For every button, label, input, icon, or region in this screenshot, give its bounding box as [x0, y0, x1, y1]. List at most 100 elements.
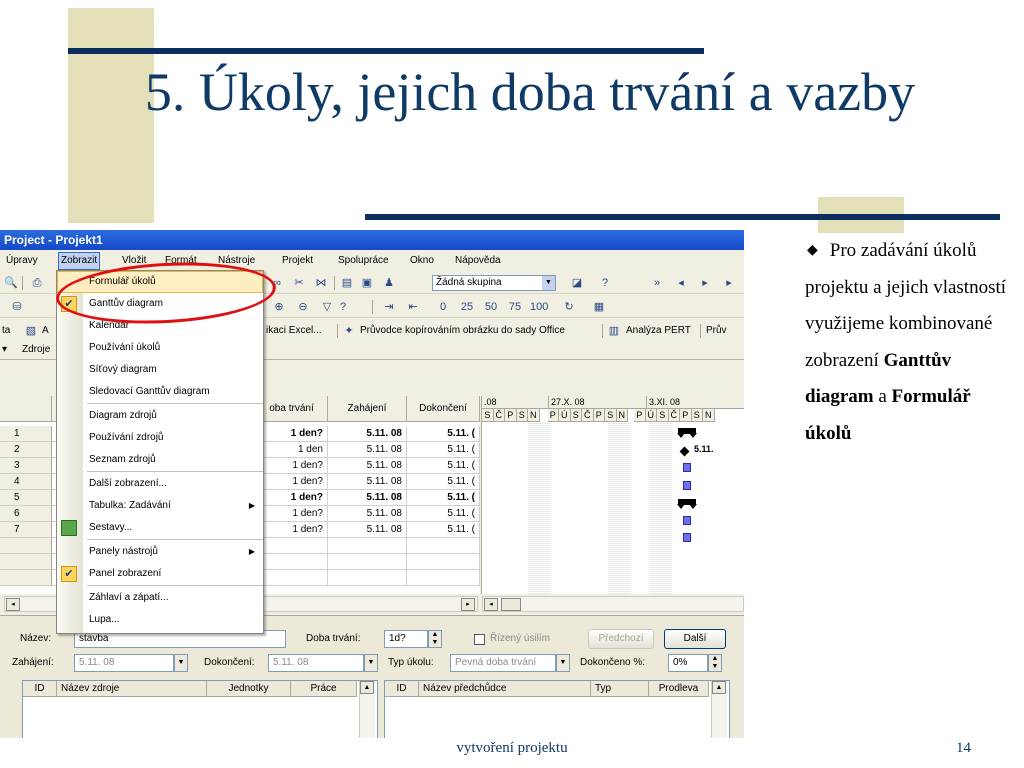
empty-cell[interactable]: [328, 538, 407, 554]
menu-spoluprace[interactable]: Spolupráce: [338, 252, 389, 270]
row-start[interactable]: 5.11. 08: [328, 426, 407, 442]
menu-projekt[interactable]: Projekt: [282, 252, 313, 270]
progress-25-icon[interactable]: 25: [458, 299, 476, 315]
menu-item[interactable]: Diagram zdrojů: [57, 405, 263, 427]
start-input[interactable]: 5.11. 08: [74, 654, 174, 672]
row-start[interactable]: 5.11. 08: [328, 490, 407, 506]
scroll-left-icon[interactable]: ◂: [484, 598, 498, 611]
database-icon[interactable]: ⛁: [8, 299, 26, 315]
row-duration[interactable]: 1 den: [256, 442, 328, 458]
progress-0-icon[interactable]: 0: [434, 299, 452, 315]
menu-item[interactable]: Záhlaví a zápatí...: [57, 587, 263, 609]
scroll-left-icon[interactable]: ◂: [6, 598, 20, 611]
empty-cell[interactable]: [256, 570, 328, 586]
pred-scrollbar[interactable]: ▲: [711, 681, 727, 738]
row-start[interactable]: 5.11. 08: [328, 458, 407, 474]
more-buttons-icon[interactable]: »: [648, 275, 666, 291]
menu-item[interactable]: Používání zdrojů: [57, 427, 263, 449]
empty-cell[interactable]: [407, 538, 480, 554]
help-icon[interactable]: ?: [334, 299, 352, 315]
progress-50-icon[interactable]: 50: [482, 299, 500, 315]
wizard-icon[interactable]: ✦: [340, 323, 358, 339]
chevron-down-icon[interactable]: ▾: [2, 342, 7, 358]
arrow-right-icon[interactable]: ▸: [720, 275, 738, 291]
row-start[interactable]: 5.11. 08: [328, 474, 407, 490]
menu-item[interactable]: Používání úkolů: [57, 337, 263, 359]
row-finish[interactable]: 5.11. (: [407, 490, 480, 506]
menu-upravy[interactable]: Úpravy: [6, 252, 38, 270]
progress-75-icon[interactable]: 75: [506, 299, 524, 315]
empty-cell[interactable]: [407, 570, 480, 586]
arrow-right-icon[interactable]: ▸: [696, 275, 714, 291]
group-combo[interactable]: Žádná skupina ▼: [432, 275, 556, 291]
row-id[interactable]: 7: [0, 522, 52, 538]
row-duration[interactable]: 1 den?: [256, 490, 328, 506]
row-id[interactable]: 4: [0, 474, 52, 490]
row-finish[interactable]: 5.11. (: [407, 522, 480, 538]
gantt-task-bar[interactable]: [683, 533, 691, 542]
duration-spinner[interactable]: ▲ ▼: [428, 630, 442, 648]
resources-tab[interactable]: Zdroje: [22, 342, 50, 358]
excel-analysis-button[interactable]: ikaci Excel...: [266, 323, 322, 339]
grid-header-finish[interactable]: Dokončení: [407, 396, 480, 422]
chevron-down-icon[interactable]: ▼: [364, 654, 378, 672]
update-icon[interactable]: ↻: [560, 299, 578, 315]
next-button[interactable]: Další: [664, 629, 726, 649]
percent-spinner[interactable]: ▲ ▼: [708, 654, 722, 672]
copy-picture-wizard-button[interactable]: Průvodce kopírováním obrázku do sady Off…: [360, 323, 565, 339]
scroll-up-icon[interactable]: ▲: [360, 681, 374, 694]
row-finish[interactable]: 5.11. (: [407, 506, 480, 522]
gantt-task-bar[interactable]: [683, 463, 691, 472]
gantt-task-bar[interactable]: [683, 481, 691, 490]
empty-cell[interactable]: [256, 554, 328, 570]
pert-analysis-button[interactable]: Analýza PERT: [626, 323, 691, 339]
chevron-down-icon[interactable]: ▼: [542, 276, 555, 290]
gantt-milestone[interactable]: [679, 446, 690, 457]
gantt-task-bar[interactable]: [683, 516, 691, 525]
row-duration[interactable]: 1 den?: [256, 522, 328, 538]
empty-cell[interactable]: [0, 538, 52, 554]
menu-item[interactable]: Seznam zdrojů: [57, 449, 263, 471]
chevron-down-icon[interactable]: ▼: [174, 654, 188, 672]
row-id[interactable]: 6: [0, 506, 52, 522]
menu-napoveda[interactable]: Nápověda: [455, 252, 501, 270]
row-finish[interactable]: 5.11. (: [407, 474, 480, 490]
menu-item[interactable]: Lupa...: [57, 609, 263, 631]
grid-header-start[interactable]: Zahájení: [328, 396, 407, 422]
row-finish[interactable]: 5.11. (: [407, 426, 480, 442]
outdent-icon[interactable]: ⇤: [404, 299, 422, 315]
help-icon[interactable]: ?: [596, 275, 614, 291]
row-finish[interactable]: 5.11. (: [407, 458, 480, 474]
empty-cell[interactable]: [256, 538, 328, 554]
percent-complete-input[interactable]: 0%: [668, 654, 708, 672]
scroll-thumb[interactable]: [501, 598, 521, 611]
notes-icon[interactable]: ▣: [358, 275, 376, 291]
empty-cell[interactable]: [0, 570, 52, 586]
excel-icon[interactable]: ▧: [22, 323, 40, 339]
task-info-icon[interactable]: ▤: [338, 275, 356, 291]
menu-item[interactable]: Další zobrazení...: [57, 473, 263, 495]
zoom-in-icon[interactable]: ⊕: [270, 299, 288, 315]
predecessors-button[interactable]: Předchozí: [588, 629, 654, 649]
printer-icon[interactable]: ⎙: [28, 275, 46, 291]
row-id[interactable]: 2: [0, 442, 52, 458]
row-start[interactable]: 5.11. 08: [328, 442, 407, 458]
empty-cell[interactable]: [0, 554, 52, 570]
scroll-right-icon[interactable]: ▸: [461, 598, 475, 611]
pert-icon[interactable]: ▥: [605, 323, 623, 339]
indent-icon[interactable]: ⇥: [380, 299, 398, 315]
menu-item[interactable]: Sestavy...: [57, 517, 263, 539]
search-icon[interactable]: 🔍: [2, 275, 20, 291]
copy-picture-icon[interactable]: ◪: [568, 275, 586, 291]
row-id[interactable]: 1: [0, 426, 52, 442]
row-start[interactable]: 5.11. 08: [328, 506, 407, 522]
row-id[interactable]: 3: [0, 458, 52, 474]
split-icon[interactable]: ⋈: [312, 275, 330, 291]
chart-icon[interactable]: ▦: [590, 299, 608, 315]
gantt-summary-bar[interactable]: [677, 499, 697, 509]
progress-100-icon[interactable]: 100: [530, 299, 548, 315]
arrow-left-icon[interactable]: ◂: [672, 275, 690, 291]
assign-resources-icon[interactable]: ♟: [380, 275, 398, 291]
row-duration[interactable]: 1 den?: [256, 426, 328, 442]
menu-item[interactable]: Panel zobrazení ✔: [57, 563, 263, 585]
